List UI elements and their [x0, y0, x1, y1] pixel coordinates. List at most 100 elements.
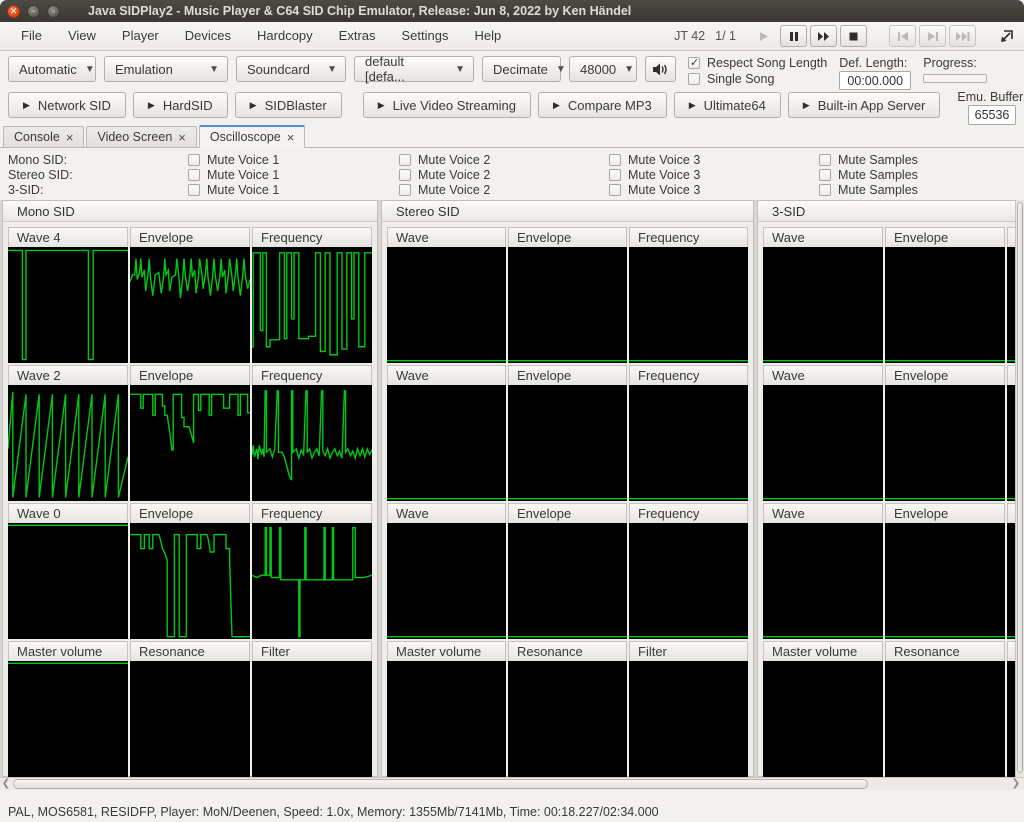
- pause-button[interactable]: [780, 25, 807, 47]
- single-song-checkbox[interactable]: [688, 73, 700, 85]
- play-button[interactable]: [750, 25, 777, 47]
- scope-cell-header: Envelope: [130, 503, 250, 523]
- tab-video-screen[interactable]: Video Screen×: [86, 126, 196, 147]
- 3-sid-mute-voice-1[interactable]: Mute Voice 1: [188, 183, 399, 197]
- stereo-sid-mute-voice-2[interactable]: Mute Voice 2: [399, 168, 609, 182]
- scope-cell-header: Resonance: [130, 641, 250, 661]
- fast-forward-button[interactable]: [810, 25, 837, 47]
- tab-close-icon[interactable]: ×: [287, 130, 295, 145]
- combo-emulation[interactable]: Emulation▼: [104, 56, 228, 82]
- respect-song-length-option[interactable]: Respect Song Length: [688, 55, 827, 70]
- mute-voice-1-checkbox[interactable]: [188, 154, 200, 166]
- tab-console[interactable]: Console×: [3, 126, 84, 147]
- stereo-sid-mute-samples[interactable]: Mute Samples: [819, 168, 1024, 182]
- single-song-option[interactable]: Single Song: [688, 71, 827, 86]
- stereo-sid-mute-voice-3[interactable]: Mute Voice 3: [609, 168, 819, 182]
- scope-cell-header: Envelope: [885, 365, 1005, 385]
- built-in-app-server-button[interactable]: ▶Built-in App Server: [788, 92, 941, 118]
- stop-button[interactable]: [840, 25, 867, 47]
- skip-to-start-button[interactable]: [889, 25, 916, 47]
- scope-cell-header: Envelope: [885, 227, 1005, 247]
- button-label: Live Video Streaming: [393, 98, 516, 113]
- menu-player[interactable]: Player: [109, 22, 172, 50]
- live-video-streaming-button[interactable]: ▶Live Video Streaming: [363, 92, 531, 118]
- volume-button[interactable]: [645, 56, 676, 82]
- mute-samples-checkbox[interactable]: [819, 169, 831, 181]
- oscilloscope-canvas: [130, 247, 250, 363]
- scope-cell-wave: Wave: [387, 365, 506, 501]
- combo-soundcard[interactable]: Soundcard▼: [236, 56, 346, 82]
- respect-song-length-checkbox[interactable]: [688, 57, 700, 69]
- mono-sid-mute-voice-1[interactable]: Mute Voice 1: [188, 153, 399, 167]
- scope-cell-frequency: Frequency: [252, 503, 372, 639]
- menu-hardcopy[interactable]: Hardcopy: [244, 22, 326, 50]
- default-length-input[interactable]: [839, 71, 911, 90]
- scope-cell-header: Master volume: [387, 641, 506, 661]
- menu-extras[interactable]: Extras: [326, 22, 389, 50]
- scope-cell-envelope: Envelope: [130, 503, 250, 639]
- mute-row-label: Stereo SID:: [8, 168, 188, 182]
- hardsid-button[interactable]: ▶HardSID: [133, 92, 228, 118]
- tab-oscilloscope[interactable]: Oscilloscope×: [199, 125, 305, 148]
- menu-file[interactable]: File: [8, 22, 55, 50]
- ultimate64-button[interactable]: ▶Ultimate64: [674, 92, 781, 118]
- horizontal-scrollbar-thumb[interactable]: [13, 779, 868, 789]
- tab-close-icon[interactable]: ×: [178, 130, 186, 145]
- mute-voice-2-checkbox[interactable]: [399, 169, 411, 181]
- mute-voice-1-checkbox[interactable]: [188, 169, 200, 181]
- oscilloscope-canvas: [885, 247, 1005, 363]
- menu-view[interactable]: View: [55, 22, 109, 50]
- mute-samples-checkbox[interactable]: [819, 184, 831, 196]
- scope-cell-header: Filter: [252, 641, 372, 661]
- emu-buffer-input[interactable]: [968, 105, 1016, 125]
- skip-to-end-button[interactable]: [949, 25, 976, 47]
- scroll-right-icon[interactable]: ❯: [1010, 778, 1022, 790]
- vertical-scrollbar[interactable]: [1015, 200, 1024, 777]
- mute-voice-3-checkbox[interactable]: [609, 184, 621, 196]
- 3-sid-mute-voice-3[interactable]: Mute Voice 3: [609, 183, 819, 197]
- sidblaster-button[interactable]: ▶SIDBlaster: [235, 92, 342, 118]
- menu-devices[interactable]: Devices: [172, 22, 244, 50]
- mute-voice-2-checkbox[interactable]: [399, 184, 411, 196]
- stereo-sid-mute-voice-1[interactable]: Mute Voice 1: [188, 168, 399, 182]
- mute-row-3-sid: 3-SID:Mute Voice 1Mute Voice 2Mute Voice…: [8, 182, 1024, 197]
- mono-sid-mute-voice-2[interactable]: Mute Voice 2: [399, 153, 609, 167]
- mute-samples-checkbox[interactable]: [819, 154, 831, 166]
- undock-window-icon[interactable]: [994, 25, 1018, 47]
- play-arrow-icon: ▶: [23, 100, 30, 111]
- scope-cell-header: Frequency: [629, 227, 748, 247]
- scope-cell-header: Frequency: [629, 365, 748, 385]
- compare-mp3-button[interactable]: ▶Compare MP3: [538, 92, 667, 118]
- 3-sid-mute-voice-2[interactable]: Mute Voice 2: [399, 183, 609, 197]
- mute-row-mono-sid: Mono SID:Mute Voice 1Mute Voice 2Mute Vo…: [8, 152, 1024, 167]
- combo-automatic[interactable]: Automatic▼: [8, 56, 96, 82]
- button-label: Ultimate64: [704, 98, 766, 113]
- tab-close-icon[interactable]: ×: [66, 130, 74, 145]
- scroll-left-icon[interactable]: ❮: [0, 778, 12, 790]
- combo-decimate[interactable]: Decimate▼: [482, 56, 561, 82]
- mute-voice-2-checkbox[interactable]: [399, 154, 411, 166]
- 3-sid-mute-samples[interactable]: Mute Samples: [819, 183, 1024, 197]
- vertical-scrollbar-thumb[interactable]: [1017, 202, 1023, 773]
- close-icon[interactable]: ✕: [7, 5, 20, 18]
- mute-voice-3-checkbox[interactable]: [609, 169, 621, 181]
- menu-settings[interactable]: Settings: [389, 22, 462, 50]
- mute-voice-1-checkbox[interactable]: [188, 184, 200, 196]
- maximize-icon[interactable]: ▫: [47, 5, 60, 18]
- next-song-button[interactable]: [919, 25, 946, 47]
- menu-help[interactable]: Help: [461, 22, 514, 50]
- minimize-icon[interactable]: −: [27, 5, 40, 18]
- audio-toolbar: Automatic▼ Emulation▼ Soundcard▼ default [d…: [0, 51, 1024, 88]
- network-sid-button[interactable]: ▶Network SID: [8, 92, 126, 118]
- horizontal-scrollbar[interactable]: ❮ ❯: [0, 777, 1024, 790]
- oscilloscope-canvas: [885, 385, 1005, 501]
- scope-cell-frequency: Frequency: [252, 365, 372, 501]
- checkbox-label: Mute Voice 2: [418, 168, 490, 182]
- mono-sid-mute-samples[interactable]: Mute Samples: [819, 153, 1024, 167]
- title-bar: ✕ − ▫ Java SIDPlay2 - Music Player & C64…: [0, 0, 1024, 22]
- mute-voice-3-checkbox[interactable]: [609, 154, 621, 166]
- combo-value: default [defa...: [365, 54, 447, 84]
- mono-sid-mute-voice-3[interactable]: Mute Voice 3: [609, 153, 819, 167]
- combo-48000[interactable]: 48000▼: [569, 56, 637, 82]
- combo-default-defa[interactable]: default [defa...▼: [354, 56, 474, 82]
